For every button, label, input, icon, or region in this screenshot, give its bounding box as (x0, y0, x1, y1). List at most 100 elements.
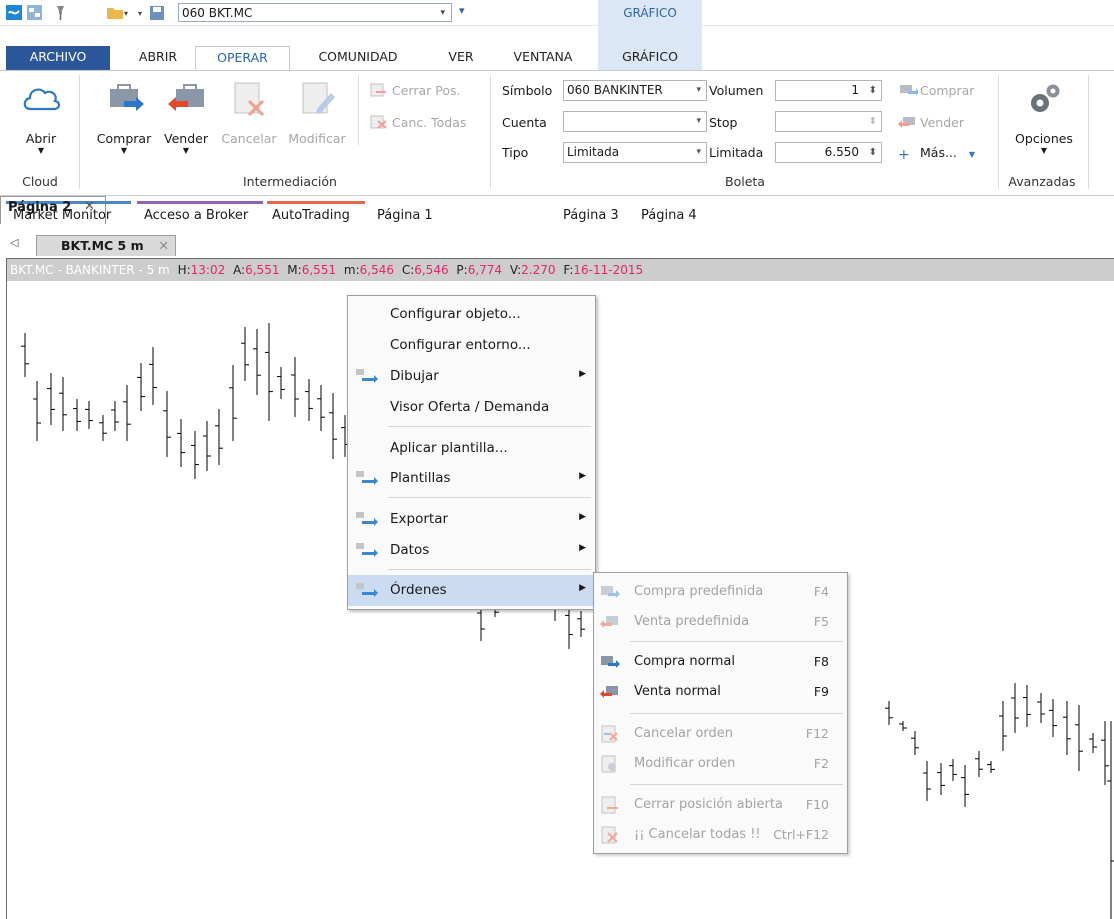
volume-stepper[interactable]: 1 ⬍ (775, 80, 882, 101)
scroll-left-icon[interactable]: ◁ (10, 236, 18, 249)
cancel-all-button[interactable]: Canc. Todas (370, 115, 466, 130)
tab-pagina-4[interactable]: Página 4 (641, 208, 697, 223)
stop-label: Stop (709, 115, 738, 130)
account-label: Cuenta (502, 115, 547, 130)
modify-doc-icon (297, 79, 337, 119)
order-type-select[interactable]: Limitada ▾ (563, 142, 707, 163)
cancel-all-label: Canc. Todas (392, 115, 467, 130)
menu-item-predefined-buy[interactable]: Compra predefinida F4 (594, 577, 847, 607)
date-value: 16-11-2015 (573, 263, 644, 277)
symbol-input[interactable]: 060 BKT.MC ▾ (178, 3, 452, 22)
folder-icon[interactable]: ▾ (106, 4, 128, 21)
menu-item-configure-env[interactable]: Configurar entorno... (348, 330, 595, 360)
chart-document-tab[interactable]: BKT.MC 5 m ✕ (36, 235, 176, 256)
limit-label: Limitada (709, 145, 764, 160)
ticket-buy-label: Comprar (920, 83, 975, 98)
ticket-buy-button[interactable]: Comprar (898, 83, 974, 98)
stop-stepper[interactable]: ⬍ (775, 111, 882, 132)
ticket-sell-button[interactable]: Vender (898, 115, 964, 130)
tab-comunidad[interactable]: COMUNIDAD (303, 46, 413, 70)
tab-ver[interactable]: VER (436, 46, 486, 70)
group-separator (79, 75, 80, 189)
shortcut-label: F5 (813, 614, 829, 629)
spinner-icon[interactable]: ⬍ (869, 143, 877, 162)
chart-info-bar: BKT.MC - BANKINTER - 5 m H:13:02 A:6,551… (7, 259, 1114, 281)
tab-archivo[interactable]: ARCHIVO (6, 46, 110, 70)
menu-item-orders[interactable]: Órdenes ▶ (348, 575, 595, 606)
open-cloud-button[interactable]: Abrir ▼ (18, 79, 64, 155)
menu-item-draw[interactable]: Dibujar ▶ (348, 361, 595, 391)
menu-separator (388, 569, 591, 570)
more-label: Más... (920, 145, 957, 160)
volume-value: 1 (851, 83, 859, 97)
menu-item-label: Modificar orden (634, 756, 736, 771)
menu-item-normal-buy[interactable]: Compra normal F8 (594, 647, 847, 677)
menu-item-label: Venta predefinida (634, 614, 750, 629)
submenu-arrow-icon (354, 510, 380, 528)
chevron-down-icon[interactable]: ▾ (696, 81, 701, 100)
context-header-label: GRÁFICO (623, 6, 677, 20)
app-logo-icon[interactable] (6, 4, 23, 21)
menu-item-export[interactable]: Exportar ▶ (348, 504, 595, 534)
modify-button[interactable]: Modificar (283, 79, 351, 146)
save-icon[interactable]: ▾ (138, 4, 164, 21)
menu-item-apply-template[interactable]: Aplicar plantilla... (348, 433, 595, 463)
cancel-all-icon (370, 115, 388, 129)
menu-item-cancel-order[interactable]: Cancelar orden F12 (594, 719, 847, 749)
volume-label: Volumen (709, 83, 764, 98)
chevron-down-icon: ▼ (182, 146, 190, 155)
menu-item-normal-sell[interactable]: Venta normal F9 (594, 677, 847, 707)
cancel-all-icon (599, 826, 621, 844)
sell-button[interactable]: Vender ▼ (158, 79, 214, 155)
menu-item-label: Cerrar posición abierta (634, 797, 783, 812)
tab-acceso-broker[interactable]: Acceso a Broker (144, 208, 248, 223)
tab-abrir[interactable]: ABRIR (128, 46, 188, 70)
chevron-right-icon: ▶ (579, 471, 586, 481)
pin-icon[interactable] (52, 4, 69, 21)
menu-item-configure-object[interactable]: Configurar objeto... (348, 299, 595, 329)
layout-icon[interactable] (26, 4, 43, 21)
close-icon[interactable]: ✕ (159, 236, 169, 255)
cancel-button[interactable]: Cancelar (216, 79, 282, 146)
menu-item-label: Compra normal (634, 654, 735, 669)
more-button[interactable]: + Más... ▼ (898, 145, 976, 163)
tab-grafico[interactable]: GRÁFICO (598, 46, 702, 70)
sell-icon (599, 683, 621, 701)
menu-item-modify-order[interactable]: Modificar orden F2 (594, 749, 847, 779)
buy-icon (599, 653, 621, 671)
volume-value: 2.270 (521, 263, 556, 277)
tab-operar[interactable]: OPERAR (195, 46, 290, 71)
spinner-icon[interactable]: ⬍ (869, 112, 877, 131)
menu-item-close-position[interactable]: Cerrar posición abierta F10 (594, 790, 847, 820)
account-select[interactable]: ▾ (563, 111, 707, 132)
tab-pagina-3[interactable]: Página 3 (563, 208, 619, 223)
menu-separator (630, 713, 843, 714)
submenu-arrow-icon (354, 541, 380, 559)
menu-item-label: Visor Oferta / Demanda (390, 399, 550, 415)
limit-price-stepper[interactable]: 6.550 ⬍ (775, 142, 882, 163)
ticket-symbol-select[interactable]: 060 BANKINTER ▾ (563, 80, 707, 101)
chevron-down-icon: ▼ (968, 150, 976, 159)
open-value: 6,551 (245, 263, 280, 277)
chevron-down-icon[interactable]: ▾ (696, 112, 701, 131)
shortcut-label: F4 (813, 584, 829, 599)
spinner-icon[interactable]: ⬍ (869, 81, 877, 100)
buy-button[interactable]: Comprar ▼ (92, 79, 156, 155)
menu-item-book-viewer[interactable]: Visor Oferta / Demanda (348, 392, 595, 422)
chevron-down-icon[interactable]: ▾ (440, 4, 445, 23)
customize-icon[interactable]: ▾ (459, 4, 465, 17)
group-label-intermediacion: Intermediación (243, 174, 337, 189)
chevron-down-icon[interactable]: ▾ (696, 143, 701, 162)
tab-autotrading[interactable]: AutoTrading (272, 208, 350, 223)
close-icon[interactable]: ✕ (84, 199, 95, 214)
menu-item-templates[interactable]: Plantillas ▶ (348, 463, 595, 493)
tab-pagina-1[interactable]: Página 1 (377, 208, 433, 223)
menu-item-label: ¡¡ Cancelar todas !! (634, 827, 761, 842)
close-position-button[interactable]: Cerrar Pos. (370, 83, 460, 98)
tab-ventana[interactable]: VENTANA (503, 46, 583, 70)
options-button[interactable]: Opciones ▼ (1006, 79, 1082, 155)
menu-item-data[interactable]: Datos ▶ (348, 535, 595, 565)
menu-item-cancel-all[interactable]: ¡¡ Cancelar todas !! Ctrl+F12 (594, 820, 847, 850)
shortcut-label: F12 (805, 726, 829, 741)
menu-item-predefined-sell[interactable]: Venta predefinida F5 (594, 607, 847, 637)
